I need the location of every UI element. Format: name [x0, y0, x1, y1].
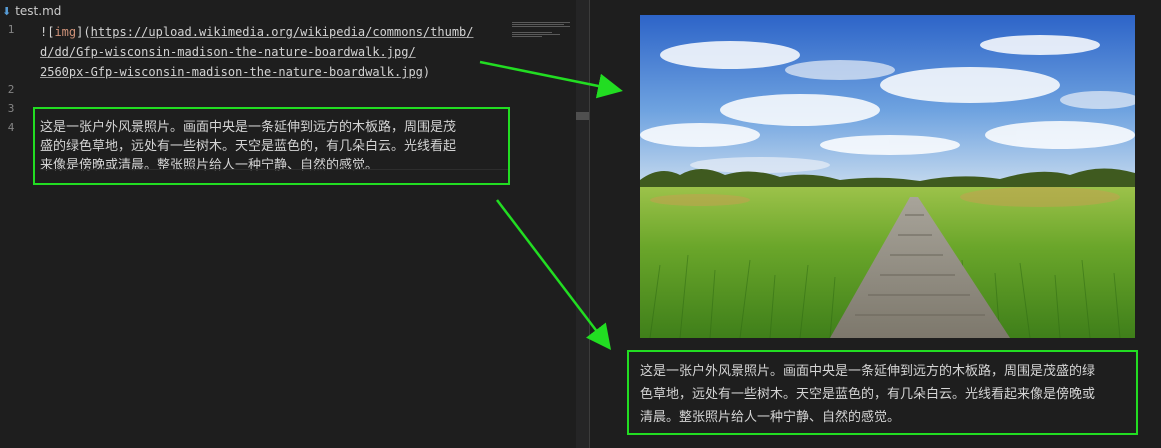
editor-pane[interactable]: ⬇ test.md 1 2 3 4 ![img](https://upload.w… — [0, 0, 589, 448]
image-alt-text: img — [54, 25, 77, 39]
image-url-part[interactable]: 2560px-Gfp-wisconsin-madison-the-nature-… — [40, 65, 423, 79]
preview-highlight-box — [627, 350, 1138, 435]
editor-tab[interactable]: ⬇ test.md — [0, 0, 300, 22]
editor-highlight-box — [33, 107, 510, 185]
image-url-part[interactable]: d/dd/Gfp-wisconsin-madison-the-nature-bo… — [40, 45, 416, 59]
image-syntax-open: ![ — [40, 25, 55, 39]
code-line-1-wrap[interactable]: d/dd/Gfp-wisconsin-madison-the-nature-bo… — [40, 42, 416, 62]
line-number: 3 — [7, 102, 15, 115]
markdown-file-icon: ⬇ — [2, 5, 12, 18]
nature-boardwalk-photo — [640, 15, 1135, 338]
scrollbar-thumb[interactable] — [576, 112, 589, 120]
minimap[interactable] — [512, 22, 576, 40]
code-line-1[interactable]: ![img](https://upload.wikimedia.org/wiki… — [40, 22, 474, 42]
line-number: 4 — [7, 121, 15, 134]
image-syntax-close: ) — [422, 65, 431, 79]
image-url-part[interactable]: https://upload.wikimedia.org/wikipedia/c… — [91, 25, 474, 39]
line-number: 2 — [7, 83, 15, 96]
image-syntax-mid: ]( — [76, 25, 91, 39]
line-number: 1 — [7, 23, 15, 36]
editor-scrollbar[interactable] — [576, 0, 589, 448]
code-line-1-wrap[interactable]: 2560px-Gfp-wisconsin-madison-the-nature-… — [40, 62, 430, 82]
tab-title: test.md — [15, 4, 62, 18]
